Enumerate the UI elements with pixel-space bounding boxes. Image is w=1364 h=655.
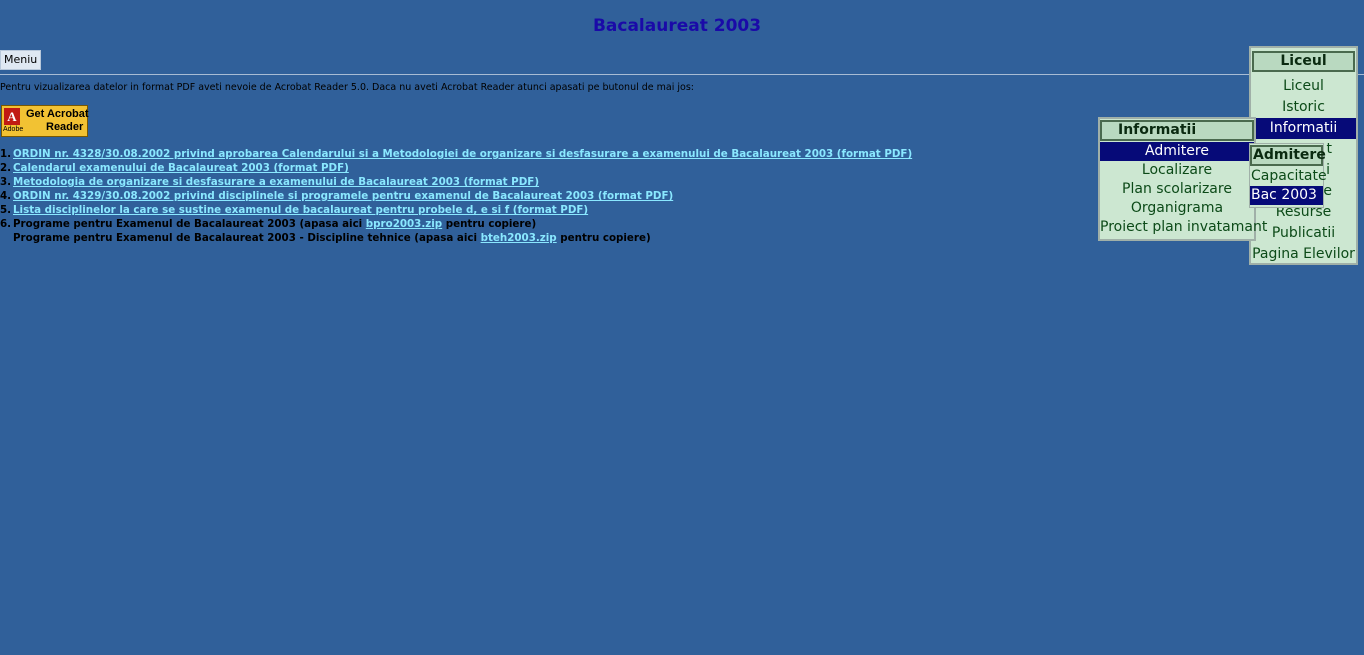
item-number: 2. <box>0 162 12 174</box>
menu-admitere: Admitere Capacitate Bac 2003 <box>1249 143 1327 208</box>
menu-informatii: Informatii Admitere Localizare Plan scol… <box>1098 117 1267 241</box>
menu-informatii-header[interactable]: Informatii <box>1100 120 1254 141</box>
acrobat-label-line1: Get Acrobat <box>26 108 89 120</box>
menu-item-liceul[interactable]: Liceul <box>1251 76 1356 97</box>
menu-item-localizare[interactable]: Localizare <box>1100 161 1254 180</box>
menu-item-proiect-plan[interactable]: Proiect plan invatamant <box>1100 218 1267 237</box>
acrobat-label-line2: Reader <box>46 121 84 133</box>
item-number: 6. <box>0 218 12 230</box>
menu-item-bac-2003[interactable]: Bac 2003 <box>1250 186 1323 205</box>
menu-admitere-header[interactable]: Admitere <box>1250 145 1326 166</box>
item-number: 5. <box>0 204 12 216</box>
pdf-info-text: Pentru vizualizarea datelor in format PD… <box>0 82 694 93</box>
menu-item-pagina-elevilor[interactable]: Pagina Elevilor <box>1251 244 1356 265</box>
doc-link-lista-discipline[interactable]: Lista disciplinelor la care se sustine e… <box>13 204 588 216</box>
menu-button[interactable]: Meniu <box>0 50 42 70</box>
doc-link-calendar[interactable]: Calendarul examenului de Bacalaureat 200… <box>13 162 349 174</box>
download-link-bteh2003[interactable]: bteh2003.zip <box>481 232 557 244</box>
list-item: 4. ORDIN nr. 4329/30.08.2002 privind disc… <box>0 189 912 203</box>
page-title: Bacalaureat 2003 <box>592 16 762 36</box>
download-text-before: Programe pentru Examenul de Bacalaureat … <box>13 218 366 230</box>
download-link-bpro2003[interactable]: bpro2003.zip <box>366 218 442 230</box>
menu-item-istoric[interactable]: Istoric <box>1251 97 1356 118</box>
doc-link-ordin-4328[interactable]: ORDIN nr. 4328/30.08.2002 privind aproba… <box>13 148 912 160</box>
adobe-brand-label: Adobe <box>3 126 24 133</box>
download-text-before: Programe pentru Examenul de Bacalaureat … <box>13 232 481 244</box>
document-list: 1. ORDIN nr. 4328/30.08.2002 privind apro… <box>0 147 912 245</box>
menu-item-admitere[interactable]: Admitere <box>1100 142 1254 161</box>
menu-item-capacitate[interactable]: Capacitate <box>1250 167 1327 186</box>
list-item: 1. ORDIN nr. 4328/30.08.2002 privind apro… <box>0 147 912 161</box>
menu-item-informatii[interactable]: Informatii <box>1251 118 1356 139</box>
item-number: 3. <box>0 176 12 188</box>
item-number: 1. <box>0 148 12 160</box>
download-text-after: pentru copiere) <box>556 232 651 244</box>
item-number: 4. <box>0 190 12 202</box>
download-text-after: pentru copiere) <box>442 218 537 230</box>
doc-link-ordin-4329[interactable]: ORDIN nr. 4329/30.08.2002 privind discip… <box>13 190 673 202</box>
get-acrobat-reader-button[interactable]: A Adobe Get Acrobat Reader <box>1 105 89 137</box>
divider <box>0 74 1364 75</box>
doc-link-metodologia[interactable]: Metodologia de organizare si desfasurare… <box>13 176 539 188</box>
menu-item-organigrama[interactable]: Organigrama <box>1100 199 1254 218</box>
list-item: 5. Lista disciplinelor la care se sustine… <box>0 203 912 217</box>
list-item: 6. Programe pentru Examenul de Bacalaurea… <box>0 217 912 231</box>
menu-liceul-header[interactable]: Liceul <box>1252 51 1355 72</box>
list-item: 3. Metodologia de organizare si desfasura… <box>0 175 912 189</box>
list-item: 2. Calendarul examenului de Bacalaureat 2… <box>0 161 912 175</box>
list-item: Programe pentru Examenul de Bacalaureat … <box>0 231 912 245</box>
menu-item-plan-scolarizare[interactable]: Plan scolarizare <box>1100 180 1254 199</box>
adobe-logo-icon: A <box>4 108 20 125</box>
